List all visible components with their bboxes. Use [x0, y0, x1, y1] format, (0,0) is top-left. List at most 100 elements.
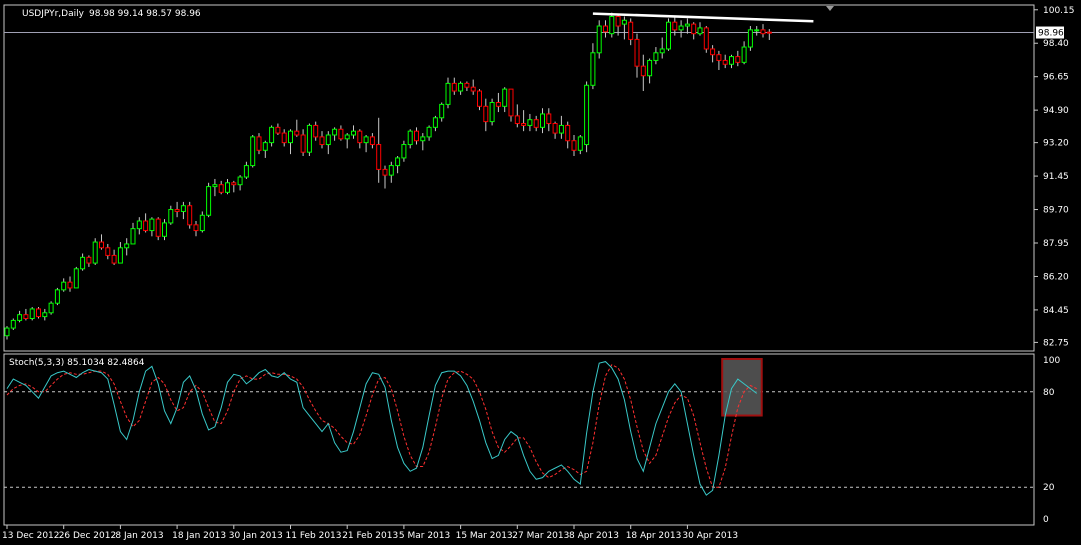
price-axis-label: 96.65	[1043, 73, 1069, 83]
candle-body	[634, 38, 640, 67]
candle-body	[73, 268, 79, 289]
price-axis-label: 98.40	[1043, 39, 1069, 49]
price-axis-label: 91.45	[1043, 172, 1069, 182]
candle-body	[577, 136, 583, 151]
candle-body	[325, 134, 331, 146]
candle-body	[647, 59, 653, 77]
candle-body	[48, 302, 54, 314]
candle-body	[445, 82, 451, 105]
candle-body	[571, 140, 577, 151]
candle-body	[351, 130, 356, 136]
candle-body	[760, 29, 766, 35]
candle-body	[61, 281, 67, 291]
stochastic-axis-label: 20	[1043, 483, 1055, 493]
candle-body	[269, 126, 275, 144]
time-axis-label: 30 Apr 2013	[682, 531, 738, 541]
candle-body	[489, 101, 495, 123]
candle-body	[741, 46, 747, 63]
candle-body	[552, 123, 558, 134]
candle-body	[653, 52, 659, 61]
candle-body	[414, 130, 419, 142]
time-axis-label: 15 Mar 2013	[456, 531, 513, 541]
price-axis-label: 100.15	[1043, 6, 1075, 16]
candle-body	[596, 25, 602, 54]
candle-body	[10, 319, 16, 329]
candle-body	[54, 289, 60, 304]
candle-body	[225, 182, 230, 193]
candle-body	[369, 136, 375, 146]
candle-body	[92, 241, 98, 264]
candle-body	[143, 220, 149, 232]
candle-body	[332, 128, 338, 136]
candle-body	[180, 205, 186, 212]
price-axis-label: 86.20	[1043, 272, 1069, 282]
candle-body	[628, 21, 634, 40]
candle-body	[80, 256, 86, 270]
time-axis-label: 8 Apr 2013	[569, 531, 619, 541]
candle-body	[155, 218, 161, 237]
candle-body	[678, 25, 684, 31]
candle-body	[199, 214, 205, 232]
candle-body	[382, 168, 388, 176]
candle-body	[300, 134, 306, 153]
candle-body	[256, 136, 262, 151]
stochastic-highlight-box	[721, 358, 763, 417]
time-axis-label: 27 Mar 2013	[512, 531, 569, 541]
candle-body	[722, 59, 728, 65]
candle-body	[640, 65, 646, 77]
candle-body	[4, 327, 10, 337]
candle-body	[117, 247, 123, 264]
candle-body	[193, 224, 199, 232]
candle-body	[36, 308, 41, 318]
candle-body	[174, 209, 180, 212]
candle-body	[464, 82, 470, 88]
candle-body	[206, 186, 212, 216]
candle-body	[99, 241, 104, 249]
candle-body	[162, 222, 167, 237]
candle-body	[533, 119, 539, 128]
candle-body	[111, 254, 117, 264]
candle-body	[710, 48, 716, 56]
candle-body	[212, 184, 218, 188]
candle-body	[495, 101, 501, 107]
candle-body	[313, 124, 319, 138]
stochastic-axis-label: 80	[1043, 388, 1055, 398]
price-axis-label: 84.45	[1043, 306, 1069, 316]
price-axis-label: 87.95	[1043, 239, 1069, 249]
candle-body	[558, 124, 564, 134]
price-axis-label: 82.75	[1043, 338, 1069, 348]
candle-body	[590, 52, 596, 86]
candle-body	[659, 48, 665, 54]
candle-body	[407, 130, 413, 146]
candle-body	[395, 157, 401, 167]
candle-body	[716, 54, 722, 61]
candle-body	[306, 124, 312, 153]
candle-body	[477, 90, 482, 107]
candle-body	[401, 144, 407, 159]
candle-body	[357, 130, 363, 144]
candle-body	[136, 220, 142, 230]
chart-background	[0, 0, 1081, 545]
candle-body	[470, 86, 476, 92]
candle-body	[666, 21, 671, 50]
candle-body	[237, 176, 243, 186]
candle-body	[451, 82, 457, 92]
price-chart-title: USDJPYr,Daily	[22, 9, 85, 19]
candle-body	[86, 256, 92, 264]
time-axis-label: 11 Feb 2013	[286, 531, 342, 541]
time-axis-label: 30 Jan 2013	[229, 531, 283, 541]
candle-body	[338, 128, 344, 140]
candle-body	[363, 136, 369, 144]
candle-body	[432, 117, 438, 128]
candle-body	[603, 25, 608, 33]
candle-body	[420, 136, 426, 142]
candle-body	[275, 126, 281, 134]
candle-body	[376, 144, 382, 170]
candle-body	[565, 124, 571, 142]
candle-body	[262, 142, 268, 151]
candle-body	[621, 19, 627, 25]
candle-body	[168, 209, 174, 224]
candle-body	[508, 88, 514, 117]
time-axis-label: 18 Jan 2013	[172, 531, 226, 541]
candle-body	[458, 82, 464, 92]
